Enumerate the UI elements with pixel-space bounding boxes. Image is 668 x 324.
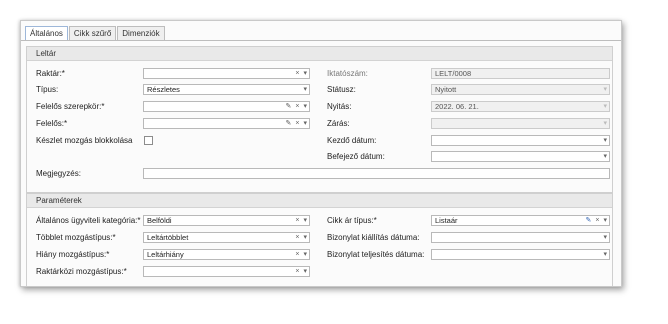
clear-icon[interactable]: ×: [595, 216, 599, 225]
teljesites-datuma-label: Bizonylat teljesítés dátuma:: [327, 250, 425, 259]
statusz-value: Nyitott: [435, 85, 457, 94]
chevron-down-icon[interactable]: ▾: [303, 267, 307, 276]
tab-dimenziok[interactable]: Dimenziók: [117, 26, 165, 40]
chevron-down-icon[interactable]: ▾: [303, 250, 307, 259]
clear-icon[interactable]: ×: [295, 216, 299, 225]
ugyviteli-kategoria-select[interactable]: Belföldi × ▾: [143, 215, 310, 226]
chevron-down-icon[interactable]: ▾: [303, 216, 307, 225]
cikk-ar-tipus-label: Cikk ár típus:*: [327, 216, 377, 225]
chevron-down-icon: ▾: [603, 103, 607, 110]
chevron-down-icon[interactable]: ▾: [603, 136, 607, 145]
megjegyzes-label: Megjegyzés:: [36, 169, 81, 178]
nyitas-date: 2022. 06. 21. ▾: [431, 101, 610, 112]
iktatoszam-label: Iktatószám:: [327, 69, 368, 78]
tab-cikk-szuro[interactable]: Cikk szűrő: [68, 26, 117, 40]
edit-icon[interactable]: ✎: [586, 216, 592, 225]
tobblet-mozgastipus-select[interactable]: Leltártöbblet × ▾: [143, 232, 310, 243]
clear-icon[interactable]: ×: [295, 69, 299, 78]
iktatoszam-value: LELT/0008: [435, 69, 472, 78]
raktarkozi-mozgastipus-label: Raktárközi mozgástípus:*: [36, 267, 127, 276]
felelos-select[interactable]: ✎ × ▾: [143, 118, 310, 129]
edit-icon[interactable]: ✎: [286, 102, 292, 111]
leltar-group-title: Leltár: [27, 47, 612, 61]
statusz-label: Státusz:: [327, 85, 356, 94]
statusz-select: Nyitott ▾: [431, 84, 610, 95]
cikk-ar-tipus-value: Listaár: [435, 216, 458, 225]
chevron-down-icon[interactable]: ▾: [603, 152, 607, 161]
edit-icon[interactable]: ✎: [286, 119, 292, 128]
parameterek-group-title: Paraméterek: [27, 194, 612, 208]
zaras-label: Zárás:: [327, 119, 350, 128]
befejezo-datum-date[interactable]: ▾: [431, 151, 610, 162]
tab-altalanos[interactable]: Általános: [25, 26, 68, 41]
cikk-ar-tipus-select[interactable]: Listaár ✎ × ▾: [431, 215, 610, 226]
form-window: Általános Cikk szűrő Dimenziók Leltár Ra…: [20, 20, 622, 287]
hiany-mozgastipus-label: Hiány mozgástípus:*: [36, 250, 110, 259]
ugyviteli-kategoria-value: Belföldi: [147, 216, 172, 225]
raktar-label: Raktár:*: [36, 69, 65, 78]
chevron-down-icon[interactable]: ▾: [303, 119, 307, 128]
chevron-down-icon[interactable]: ▾: [303, 102, 307, 111]
megjegyzes-input[interactable]: [143, 168, 610, 179]
clear-icon[interactable]: ×: [295, 119, 299, 128]
leltar-group: Leltár Raktár:* × ▾ Típus: Részletes ▾ F…: [26, 46, 613, 193]
hiany-mozgastipus-value: Leltárhiány: [147, 250, 184, 259]
hiany-mozgastipus-select[interactable]: Leltárhiány × ▾: [143, 249, 310, 260]
chevron-down-icon[interactable]: ▾: [303, 233, 307, 242]
tobblet-mozgastipus-value: Leltártöbblet: [147, 233, 189, 242]
clear-icon[interactable]: ×: [295, 233, 299, 242]
teljesites-datuma-date[interactable]: ▾: [431, 249, 610, 260]
kiallitas-datuma-label: Bizonylat kiállítás dátuma:: [327, 233, 420, 242]
chevron-down-icon[interactable]: ▾: [303, 69, 307, 78]
chevron-down-icon[interactable]: ▾: [303, 85, 307, 94]
tab-divider: [21, 40, 621, 41]
zaras-date: ▾: [431, 118, 610, 129]
ugyviteli-kategoria-label: Általános ügyviteli kategória:*: [36, 216, 141, 225]
parameterek-group: Paraméterek Általános ügyviteli kategóri…: [26, 193, 613, 286]
keszlet-mozgas-label: Készlet mozgás blokkolása: [36, 136, 133, 145]
nyitas-label: Nyitás:: [327, 102, 352, 111]
clear-icon[interactable]: ×: [295, 102, 299, 111]
felelos-szerepkor-label: Felelős szerepkör:*: [36, 102, 105, 111]
clear-icon[interactable]: ×: [295, 250, 299, 259]
chevron-down-icon[interactable]: ▾: [603, 250, 607, 259]
chevron-down-icon: ▾: [603, 120, 607, 127]
raktarkozi-mozgastipus-select[interactable]: × ▾: [143, 266, 310, 277]
kezdo-datum-date[interactable]: ▾: [431, 135, 610, 146]
chevron-down-icon[interactable]: ▾: [603, 233, 607, 242]
chevron-down-icon[interactable]: ▾: [603, 216, 607, 225]
felelos-label: Felelős:*: [36, 119, 68, 128]
tab-bar: Általános Cikk szűrő Dimenziók: [25, 26, 166, 41]
nyitas-value: 2022. 06. 21.: [435, 102, 479, 111]
chevron-down-icon: ▾: [603, 86, 607, 93]
kiallitas-datuma-date[interactable]: ▾: [431, 232, 610, 243]
iktatoszam-field: LELT/0008: [431, 68, 610, 79]
tipus-value: Részletes: [147, 85, 180, 94]
clear-icon[interactable]: ×: [295, 267, 299, 276]
kezdo-datum-label: Kezdő dátum:: [327, 136, 377, 145]
tipus-label: Típus:: [36, 85, 59, 94]
tobblet-mozgastipus-label: Többlet mozgástípus:*: [36, 233, 116, 242]
befejezo-datum-label: Befejező dátum:: [327, 152, 385, 161]
keszlet-mozgas-checkbox[interactable]: [144, 136, 153, 145]
raktar-select[interactable]: × ▾: [143, 68, 310, 79]
felelos-szerepkor-select[interactable]: ✎ × ▾: [143, 101, 310, 112]
tipus-select[interactable]: Részletes ▾: [143, 84, 310, 95]
